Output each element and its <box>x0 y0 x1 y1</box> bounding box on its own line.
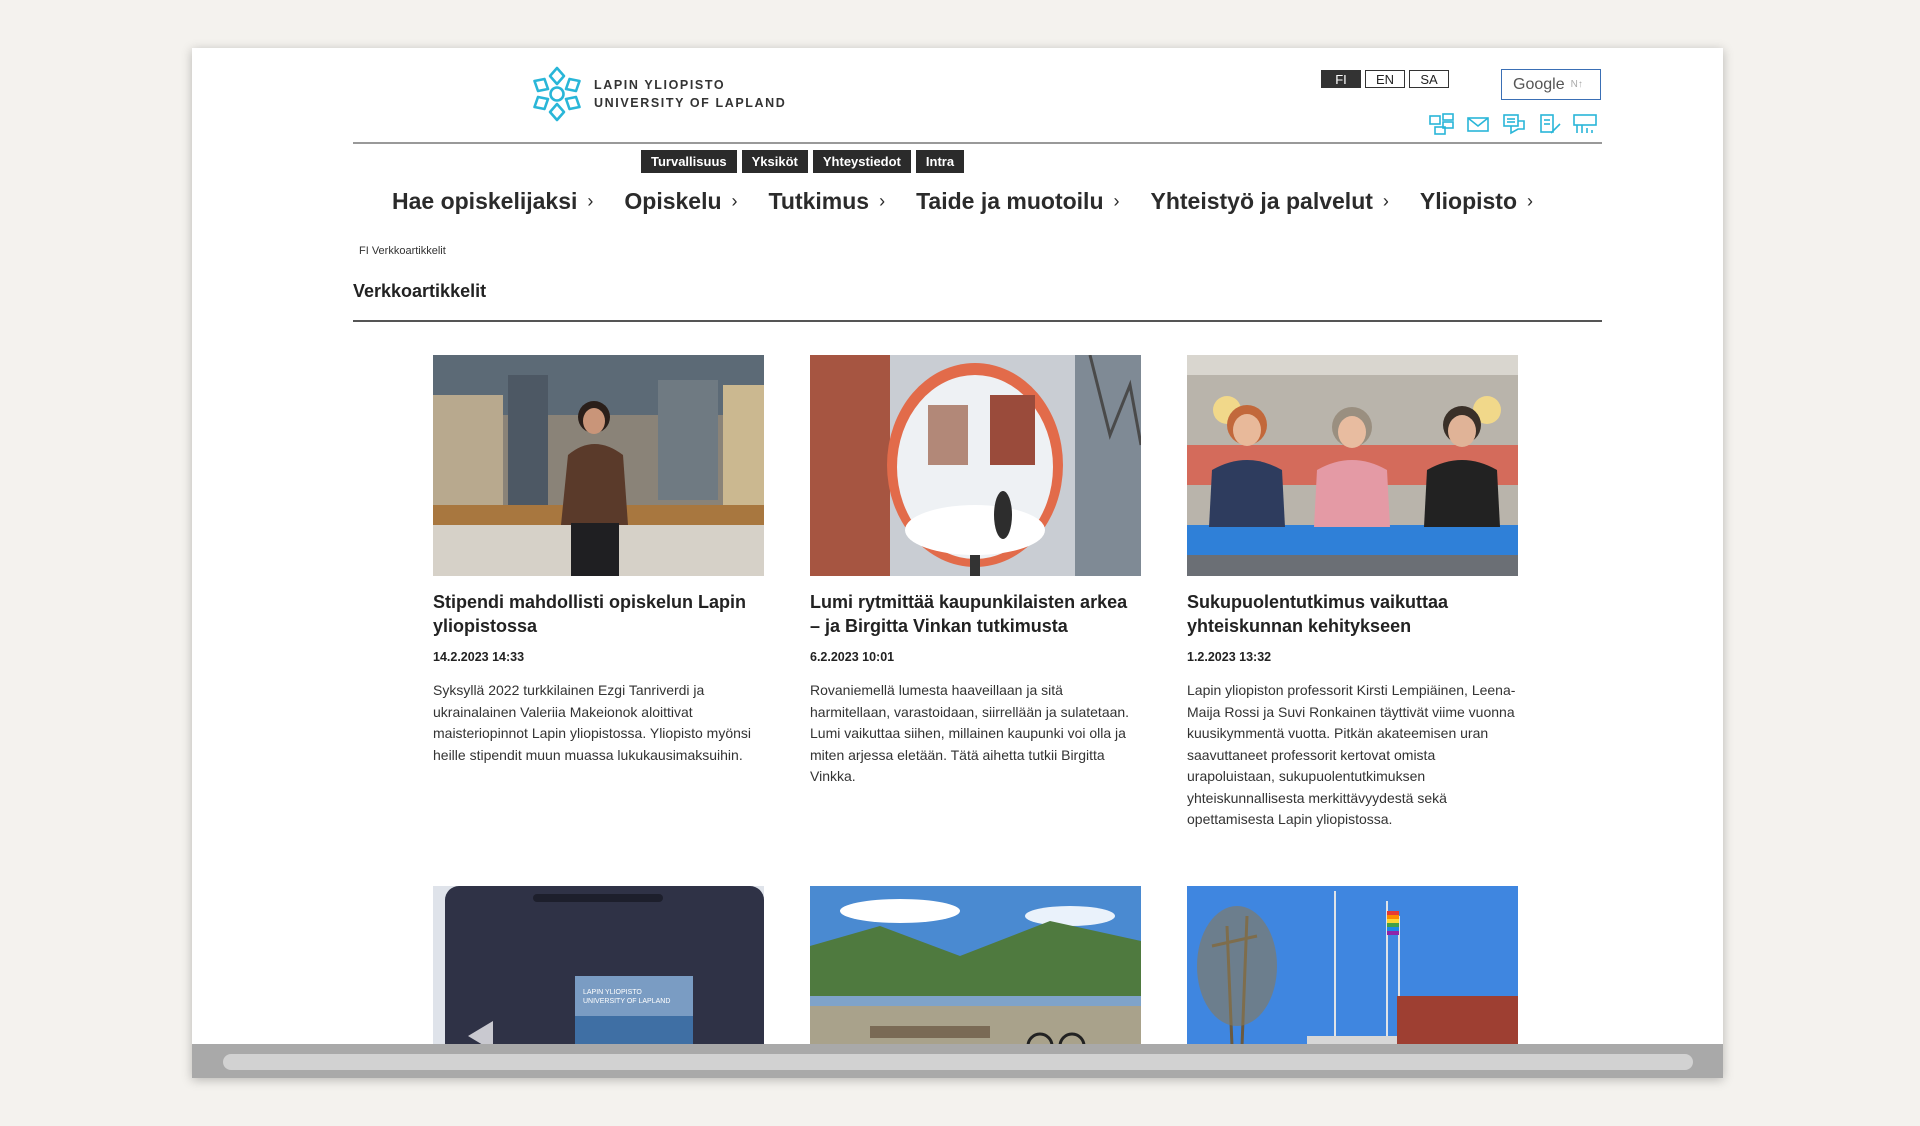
article-image[interactable] <box>1187 886 1518 1044</box>
google-label: Google <box>1513 75 1565 93</box>
article-card[interactable]: Stipendi mahdollisti opiskelun Lapin yli… <box>433 355 764 766</box>
tool-icons <box>1428 112 1608 136</box>
article-date: 1.2.2023 13:32 <box>1187 650 1272 664</box>
chevron-right-icon: › <box>587 191 594 211</box>
article-summary: Rovaniemellä lumesta haaveillaan ja sitä… <box>810 682 1130 784</box>
nav-label: Opiskelu <box>624 188 722 214</box>
article-image[interactable]: LAPIN YLIOPISTO UNIVERSITY OF LAPLAND <box>433 886 764 1044</box>
article-card[interactable] <box>1187 886 1518 1044</box>
snowflake-logo-icon <box>533 66 581 122</box>
lang-sa-button[interactable]: SA <box>1409 70 1449 88</box>
chevron-right-icon: › <box>1382 191 1389 211</box>
horizontal-scrollbar[interactable] <box>192 1044 1723 1078</box>
article-card[interactable]: Lumi rytmittää kaupunkilaisten arkea – j… <box>810 355 1141 788</box>
nav-label: Tutkimus <box>768 188 870 214</box>
main-navigation: Hae opiskelijaksi › Opiskelu › Tutkimus › T… <box>392 188 1533 215</box>
nav-label: Taide ja muotoilu <box>916 188 1104 214</box>
lang-en-button[interactable]: EN <box>1365 70 1405 88</box>
nav-hae-opiskelijaksi[interactable]: Hae opiskelijaksi › <box>392 188 593 215</box>
chevron-right-icon: › <box>1113 191 1120 211</box>
nav-label: Yliopisto <box>1419 188 1518 214</box>
nav-label: Hae opiskelijaksi <box>392 188 578 214</box>
article-title[interactable]: Sukupuolentutkimus vaikuttaa yhteiskunna… <box>1187 590 1518 638</box>
title-divider <box>353 320 1602 322</box>
article-card[interactable]: Sukupuolentutkimus vaikuttaa yhteiskunna… <box>1187 355 1518 831</box>
quick-links: Turvallisuus Yksiköt Yhteystiedot Intra <box>641 150 969 173</box>
scrollbar-thumb[interactable] <box>223 1054 1693 1070</box>
mail-icon[interactable] <box>1464 112 1492 136</box>
article-image[interactable] <box>433 355 764 576</box>
article-title[interactable]: Stipendi mahdollisti opiskelun Lapin yli… <box>433 590 764 638</box>
browser-window: LAPIN YLIOPISTO UNIVERSITY OF LAPLAND FI… <box>192 48 1723 1078</box>
edit-icon[interactable] <box>1536 112 1564 136</box>
nav-taide-ja-muotoilu[interactable]: Taide ja muotoilu › <box>916 188 1119 215</box>
page-title: Verkkoartikkelit <box>353 281 487 301</box>
article-card[interactable] <box>810 886 1141 1044</box>
card-print-line1: LAPIN YLIOPISTO <box>583 989 642 996</box>
logo-line-fi: LAPIN YLIOPISTO <box>594 78 726 92</box>
stats-icon[interactable] <box>1572 112 1600 136</box>
card-print-line2: UNIVERSITY OF LAPLAND <box>583 998 670 1005</box>
nav-yhteistyo-ja-palvelut[interactable]: Yhteistyö ja palvelut › <box>1151 188 1389 215</box>
google-hint: N↑ <box>1570 79 1583 90</box>
article-image[interactable] <box>810 355 1141 576</box>
language-switcher: FI EN SA <box>1321 70 1453 88</box>
header-divider <box>353 142 1602 144</box>
quicklink-turvallisuus[interactable]: Turvallisuus <box>641 150 737 173</box>
chevron-right-icon: › <box>1527 191 1534 211</box>
logo-text: LAPIN YLIOPISTO UNIVERSITY OF LAPLAND <box>594 76 786 112</box>
article-card[interactable]: LAPIN YLIOPISTO UNIVERSITY OF LAPLAND <box>433 886 764 1044</box>
chevron-right-icon: › <box>879 191 886 211</box>
sitemap-icon[interactable] <box>1428 112 1456 136</box>
article-summary: Syksyllä 2022 turkkilainen Ezgi Tanriver… <box>433 682 752 763</box>
chevron-right-icon: › <box>731 191 738 211</box>
breadcrumb[interactable]: FI Verkkoartikkelit <box>359 245 446 257</box>
university-logo[interactable]: LAPIN YLIOPISTO UNIVERSITY OF LAPLAND <box>531 65 786 123</box>
article-image[interactable] <box>1187 355 1518 576</box>
nav-yliopisto[interactable]: Yliopisto › <box>1420 188 1533 215</box>
nav-opiskelu[interactable]: Opiskelu › <box>624 188 737 215</box>
quicklink-intra[interactable]: Intra <box>915 150 965 173</box>
google-search-input[interactable]: Google N↑ <box>1501 69 1601 100</box>
nav-tutkimus[interactable]: Tutkimus › <box>769 188 886 215</box>
article-summary: Lapin yliopiston professorit Kirsti Lemp… <box>1187 682 1516 827</box>
quicklink-yksikot[interactable]: Yksiköt <box>741 150 808 173</box>
nav-label: Yhteistyö ja palvelut <box>1150 188 1373 214</box>
logo-line-en: UNIVERSITY OF LAPLAND <box>594 96 787 110</box>
lang-fi-button[interactable]: FI <box>1321 70 1361 88</box>
quicklink-yhteystiedot[interactable]: Yhteystiedot <box>812 150 911 173</box>
article-date: 6.2.2023 10:01 <box>810 650 895 664</box>
feedback-icon[interactable] <box>1500 112 1528 136</box>
article-date: 14.2.2023 14:33 <box>433 650 525 664</box>
article-image[interactable] <box>810 886 1141 1044</box>
article-title[interactable]: Lumi rytmittää kaupunkilaisten arkea – j… <box>810 590 1141 638</box>
